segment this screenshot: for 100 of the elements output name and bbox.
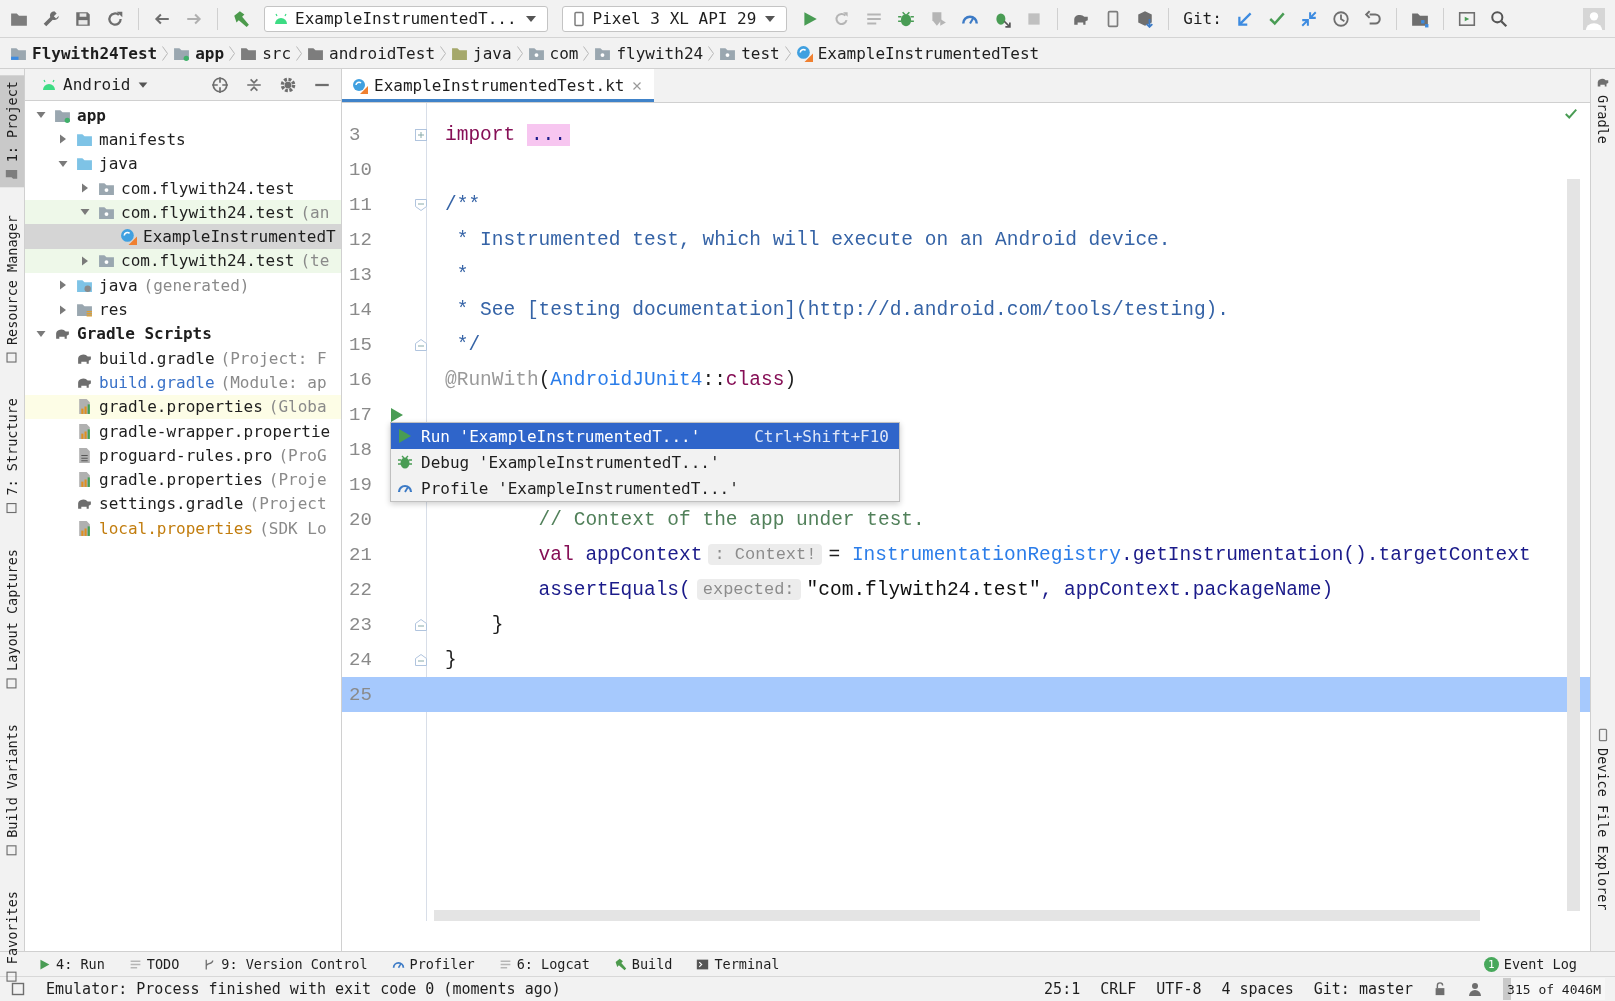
line-number: 24 <box>348 648 373 671</box>
vertical-scrollbar[interactable] <box>1567 179 1580 911</box>
square-icon <box>5 351 19 365</box>
tree-row[interactable]: app <box>25 103 341 128</box>
code-token: AndroidJUnit4 <box>550 368 703 391</box>
bug-icon[interactable] <box>897 9 916 28</box>
tree-row[interactable]: build.gradle (Module: ap <box>25 370 341 395</box>
tool-window-tab[interactable]: 7: Structure <box>0 392 24 521</box>
tool-window-tab[interactable]: Gradle <box>1591 75 1615 144</box>
code-token: "com.flywith24.test" <box>806 578 1041 601</box>
horizontal-scrollbar[interactable] <box>434 910 1480 921</box>
item-label: java <box>99 275 138 295</box>
tree-row[interactable]: com.flywith24.test (an <box>25 200 341 225</box>
tree-row[interactable]: ExampleInstrumentedT <box>25 224 341 249</box>
tree-row[interactable]: local.properties (SDK Lo <box>25 516 341 541</box>
event-log-button[interactable]: 1 Event Log <box>1483 956 1577 972</box>
tool-window-button[interactable]: Profiler <box>391 956 475 972</box>
tree-row[interactable]: gradle.properties (Proje <box>25 467 341 492</box>
tree-row[interactable]: com.flywith24.test <box>25 175 341 201</box>
tool-window-tab[interactable]: 1: Project <box>0 75 24 188</box>
square-icon <box>5 501 19 515</box>
device-dropdown[interactable]: Pixel 3 XL API 29 <box>561 5 788 32</box>
wrench-icon[interactable] <box>42 9 60 28</box>
chevron-icon <box>229 45 236 61</box>
tree-row[interactable]: manifests <box>25 127 341 152</box>
tool-window-button[interactable]: Build <box>613 956 673 972</box>
save-icon[interactable] <box>74 9 92 28</box>
tree-row[interactable]: settings.gradle (Project <box>25 491 341 517</box>
status-field[interactable]: 25:1 <box>1044 980 1081 998</box>
undo-icon[interactable] <box>1363 9 1382 28</box>
menu-item[interactable]: Run 'ExampleInstrumentedT...' Ctrl+Shift+F10 <box>391 423 899 449</box>
tool-window-tab[interactable]: Layout Captures <box>0 542 24 696</box>
tool-window-button[interactable]: TODO <box>128 956 180 972</box>
crosshair-icon[interactable] <box>211 75 229 94</box>
window-icon[interactable] <box>1457 9 1476 28</box>
line-number: 22 <box>348 578 373 601</box>
run-configuration-dropdown[interactable]: ExampleInstrumentedT... <box>264 5 548 32</box>
status-field[interactable]: 4 spaces <box>1221 980 1294 998</box>
resource-folder-icon <box>76 301 93 318</box>
tool-window-button[interactable]: Terminal <box>696 956 780 972</box>
tree-row[interactable]: gradle-wrapper.propertie <box>25 418 341 444</box>
box-icon[interactable] <box>1136 9 1155 28</box>
person-icon[interactable] <box>1467 981 1484 997</box>
tree-row[interactable]: java (generated) <box>25 273 341 298</box>
parameter-hint: expected: <box>696 579 801 600</box>
breadcrumb-item[interactable]: test <box>719 43 780 63</box>
phone-icon <box>1596 728 1610 743</box>
search-icon[interactable] <box>1489 9 1508 28</box>
editor-tab[interactable]: ExampleInstrumentedTest.kt <box>342 69 655 102</box>
item-detail: (Proje <box>268 470 327 490</box>
tool-window-button[interactable]: 9: Version Control <box>203 956 368 972</box>
item-detail: (ProG <box>278 445 327 465</box>
properties-file-icon <box>76 519 93 537</box>
tree-row[interactable]: res <box>25 297 341 322</box>
item-label: settings.gradle <box>99 494 244 514</box>
code-token: class <box>725 368 785 391</box>
tool-window-tab[interactable]: Device File Explorer <box>1591 728 1615 911</box>
hammer-icon[interactable] <box>232 9 250 28</box>
line-number: 23 <box>348 613 373 636</box>
line-number: 14 <box>348 298 373 321</box>
breadcrumb-item[interactable]: app <box>173 43 225 63</box>
breadcrumb-item[interactable]: com <box>527 43 579 63</box>
breadcrumb-item[interactable]: java <box>451 43 512 63</box>
breadcrumb-item[interactable]: androidTest <box>307 43 435 63</box>
item-detail: (generated) <box>143 275 250 295</box>
breadcrumb-item[interactable]: ExampleInstrumentedTest <box>795 43 1040 63</box>
tree-row[interactable]: build.gradle (Project: F <box>25 345 341 371</box>
breadcrumb-item[interactable]: Flywith24Test <box>10 43 158 63</box>
status-field[interactable]: UTF-8 <box>1156 980 1202 998</box>
view-selector[interactable]: Android <box>35 74 157 95</box>
status-field[interactable]: CRLF <box>1100 980 1137 998</box>
tool-window-button[interactable]: 4: Run <box>38 956 105 972</box>
menu-item[interactable]: Debug 'ExampleInstrumentedT...' <box>391 449 899 475</box>
tree-row[interactable]: gradle.properties (Globa <box>25 394 341 419</box>
tool-window-tab[interactable]: Resource Manager <box>0 209 24 371</box>
settings-icon[interactable] <box>279 75 297 94</box>
menu-item[interactable]: Profile 'ExampleInstrumentedT...' <box>391 475 899 501</box>
arrows-icon[interactable] <box>1299 9 1318 28</box>
line-number: 18 <box>348 438 373 461</box>
tree-row[interactable]: com.flywith24.test (te <box>25 248 341 274</box>
item-label: app <box>77 105 106 125</box>
breadcrumb-item[interactable]: src <box>240 43 292 63</box>
code-token: appContext <box>585 543 703 566</box>
tool-window-tab[interactable]: Build Variants <box>0 717 24 863</box>
tree-row[interactable]: Gradle Scripts <box>25 321 341 346</box>
breadcrumb-item[interactable]: flywith24 <box>594 43 704 63</box>
tree-row[interactable]: proguard-rules.pro (ProG <box>25 443 341 468</box>
sync-icon[interactable] <box>106 9 124 28</box>
clock-icon[interactable] <box>1331 9 1350 28</box>
gutter-run-icon[interactable] <box>389 406 405 423</box>
square-icon[interactable] <box>10 981 26 997</box>
line-number: 25 <box>348 683 373 706</box>
code-token: * Instrumented test, which will execute on an Android device. <box>455 228 1171 251</box>
status-field[interactable]: Git: master <box>1313 980 1414 998</box>
properties-file-icon <box>76 471 93 489</box>
item-label: build.gradle <box>99 348 215 368</box>
tool-window-button[interactable]: 6: Logcat <box>498 956 590 972</box>
tool-window-tab[interactable]: Favorites <box>0 884 24 989</box>
tree-row[interactable]: java <box>25 151 341 176</box>
item-detail: (Globa <box>268 397 327 417</box>
